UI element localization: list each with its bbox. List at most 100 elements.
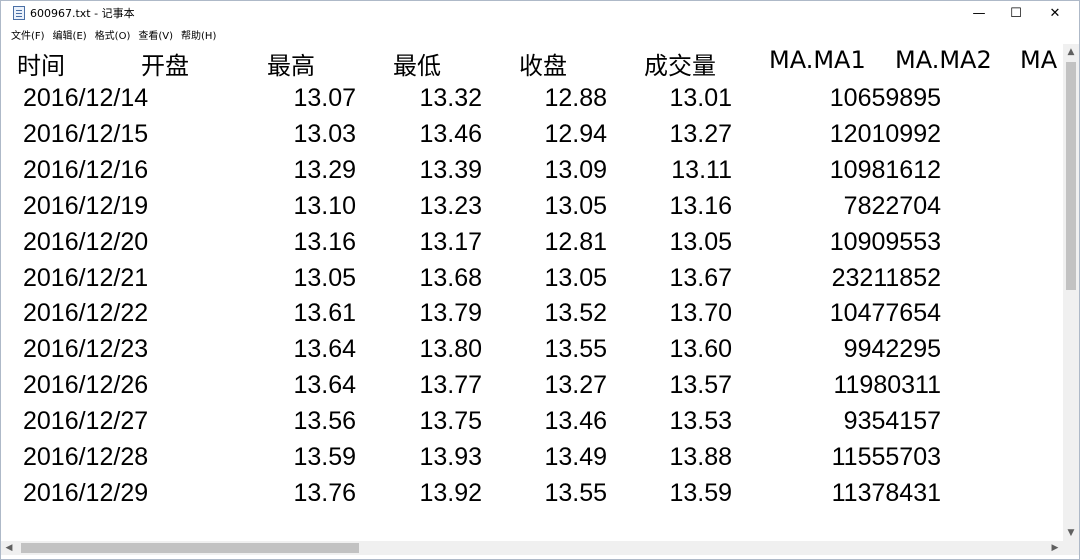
menu-bar: 文件(F) 编辑(E) 格式(O) 查看(V) 帮助(H): [1, 25, 1079, 44]
cell-low: 13.46: [544, 407, 607, 436]
cell-low: 13.55: [544, 335, 607, 364]
table-row: 2016/12/16 13.29 13.39 13.09 13.11 10981612: [1, 156, 1063, 192]
cell-low: 13.49: [544, 443, 607, 471]
cell-low: 13.55: [544, 478, 607, 507]
cell-date: 2016/12/22: [23, 299, 149, 328]
cell-close: 13.70: [669, 299, 732, 328]
menu-edit[interactable]: 编辑(E): [53, 27, 87, 42]
header-ma-cut: MA: [1020, 46, 1058, 74]
scroll-up-icon[interactable]: ▲: [1063, 44, 1079, 60]
cell-date: 2016/12/29: [23, 478, 149, 507]
cell-high: 13.92: [419, 478, 482, 507]
notepad-app-icon: [13, 6, 25, 20]
scroll-right-icon[interactable]: ▶: [1047, 541, 1063, 555]
header-time: 时间: [17, 52, 65, 80]
table-row: 2016/12/14 13.07 13.32 12.88 13.01 10659895: [1, 84, 1063, 120]
cell-date: 2016/12/23: [23, 335, 149, 364]
cell-high: 13.93: [419, 443, 482, 471]
cell-low: 12.81: [544, 227, 607, 256]
cell-volume: 11555703: [831, 443, 941, 471]
cell-volume: 7822704: [843, 191, 941, 220]
cell-open: 13.56: [293, 407, 356, 436]
cell-high: 13.77: [419, 371, 482, 400]
cell-date: 2016/12/20: [23, 227, 149, 256]
cell-close: 13.88: [669, 443, 732, 471]
cell-close: 13.11: [671, 155, 732, 184]
cell-volume: 23211852: [831, 263, 941, 292]
cell-date: 2016/12/15: [23, 119, 149, 148]
close-button[interactable]: ✕: [1032, 1, 1078, 25]
cell-open: 13.07: [293, 84, 356, 112]
table-row: 2016/12/28 13.59 13.93 13.49 13.88 11555703: [1, 443, 1063, 479]
vertical-scroll-thumb[interactable]: [1066, 62, 1076, 290]
header-close: 收盘: [519, 52, 567, 80]
cell-date: 2016/12/21: [23, 263, 149, 292]
text-editor-area[interactable]: 时间 开盘 最高 最低 收盘 成交量 MA.MA1 MA.MA2 MA 2016…: [1, 44, 1063, 541]
notepad-window: 600967.txt - 记事本 — ☐ ✕ 文件(F) 编辑(E) 格式(O)…: [0, 0, 1080, 560]
cell-high: 13.75: [419, 407, 482, 436]
cell-volume: 10909553: [829, 227, 941, 256]
cell-volume: 9942295: [843, 335, 941, 364]
cell-high: 13.80: [419, 335, 482, 364]
cell-open: 13.03: [293, 119, 356, 148]
table-row: 2016/12/21 13.05 13.68 13.05 13.67 23211852: [1, 264, 1063, 300]
cell-volume: 10477654: [829, 299, 941, 328]
header-volume: 成交量: [644, 52, 716, 80]
cell-close: 13.59: [669, 478, 732, 507]
scroll-down-icon[interactable]: ▼: [1063, 525, 1079, 541]
header-high: 最高: [267, 52, 315, 80]
cell-high: 13.17: [419, 227, 482, 256]
table-row: 2016/12/22 13.61 13.79 13.52 13.70 10477654: [1, 299, 1063, 335]
header-open: 开盘: [141, 52, 189, 80]
menu-view[interactable]: 查看(V): [138, 27, 173, 42]
header-ma2: MA.MA2: [895, 46, 992, 74]
cell-open: 13.29: [293, 155, 356, 184]
scrollbar-corner: [1063, 541, 1079, 555]
cell-date: 2016/12/26: [23, 371, 149, 400]
cell-low: 13.52: [544, 299, 607, 328]
table-row: 2016/12/23 13.64 13.80 13.55 13.60 9942295: [1, 335, 1063, 371]
cell-close: 13.60: [669, 335, 732, 364]
cell-volume: 9354157: [843, 407, 941, 436]
cell-high: 13.79: [419, 299, 482, 328]
cell-open: 13.76: [293, 478, 356, 507]
header-row: 时间 开盘 最高 最低 收盘 成交量 MA.MA1 MA.MA2 MA: [1, 46, 1063, 82]
cell-date: 2016/12/28: [23, 443, 149, 471]
title-bar[interactable]: 600967.txt - 记事本 — ☐ ✕: [1, 1, 1079, 25]
cell-low: 13.09: [544, 155, 607, 184]
cell-volume: 12010992: [829, 119, 941, 148]
horizontal-scrollbar[interactable]: ◀ ▶: [1, 541, 1063, 555]
cell-open: 13.10: [293, 191, 356, 220]
table-row: 2016/12/27 13.56 13.75 13.46 13.53 9354157: [1, 407, 1063, 443]
cell-open: 13.64: [293, 371, 356, 400]
cell-open: 13.16: [293, 227, 356, 256]
window-title: 600967.txt - 记事本: [30, 7, 135, 20]
menu-file[interactable]: 文件(F): [11, 27, 45, 42]
menu-help[interactable]: 帮助(H): [181, 27, 216, 42]
cell-open: 13.64: [293, 335, 356, 364]
cell-low: 12.88: [544, 84, 607, 112]
cell-date: 2016/12/19: [23, 191, 149, 220]
vertical-scrollbar[interactable]: ▲ ▼: [1063, 44, 1079, 541]
cell-low: 12.94: [544, 119, 607, 148]
header-ma1: MA.MA1: [769, 46, 866, 74]
scroll-left-icon[interactable]: ◀: [1, 541, 17, 555]
header-low: 最低: [393, 52, 441, 80]
cell-low: 13.27: [544, 371, 607, 400]
cell-close: 13.67: [669, 263, 732, 292]
cell-close: 13.57: [669, 371, 732, 400]
cell-high: 13.46: [419, 119, 482, 148]
cell-high: 13.32: [419, 84, 482, 112]
horizontal-scroll-thumb[interactable]: [21, 543, 359, 553]
cell-volume: 10659895: [829, 84, 941, 112]
table-row: 2016/12/20 13.16 13.17 12.81 13.05 10909553: [1, 228, 1063, 264]
cell-date: 2016/12/27: [23, 407, 149, 436]
cell-close: 13.01: [669, 84, 732, 112]
cell-high: 13.23: [419, 191, 482, 220]
cell-low: 13.05: [544, 191, 607, 220]
cell-volume: 11980311: [833, 371, 941, 400]
menu-format[interactable]: 格式(O): [95, 27, 131, 42]
cell-close: 13.53: [669, 407, 732, 436]
cell-date: 2016/12/14: [23, 84, 149, 112]
cell-volume: 11378431: [831, 478, 941, 507]
